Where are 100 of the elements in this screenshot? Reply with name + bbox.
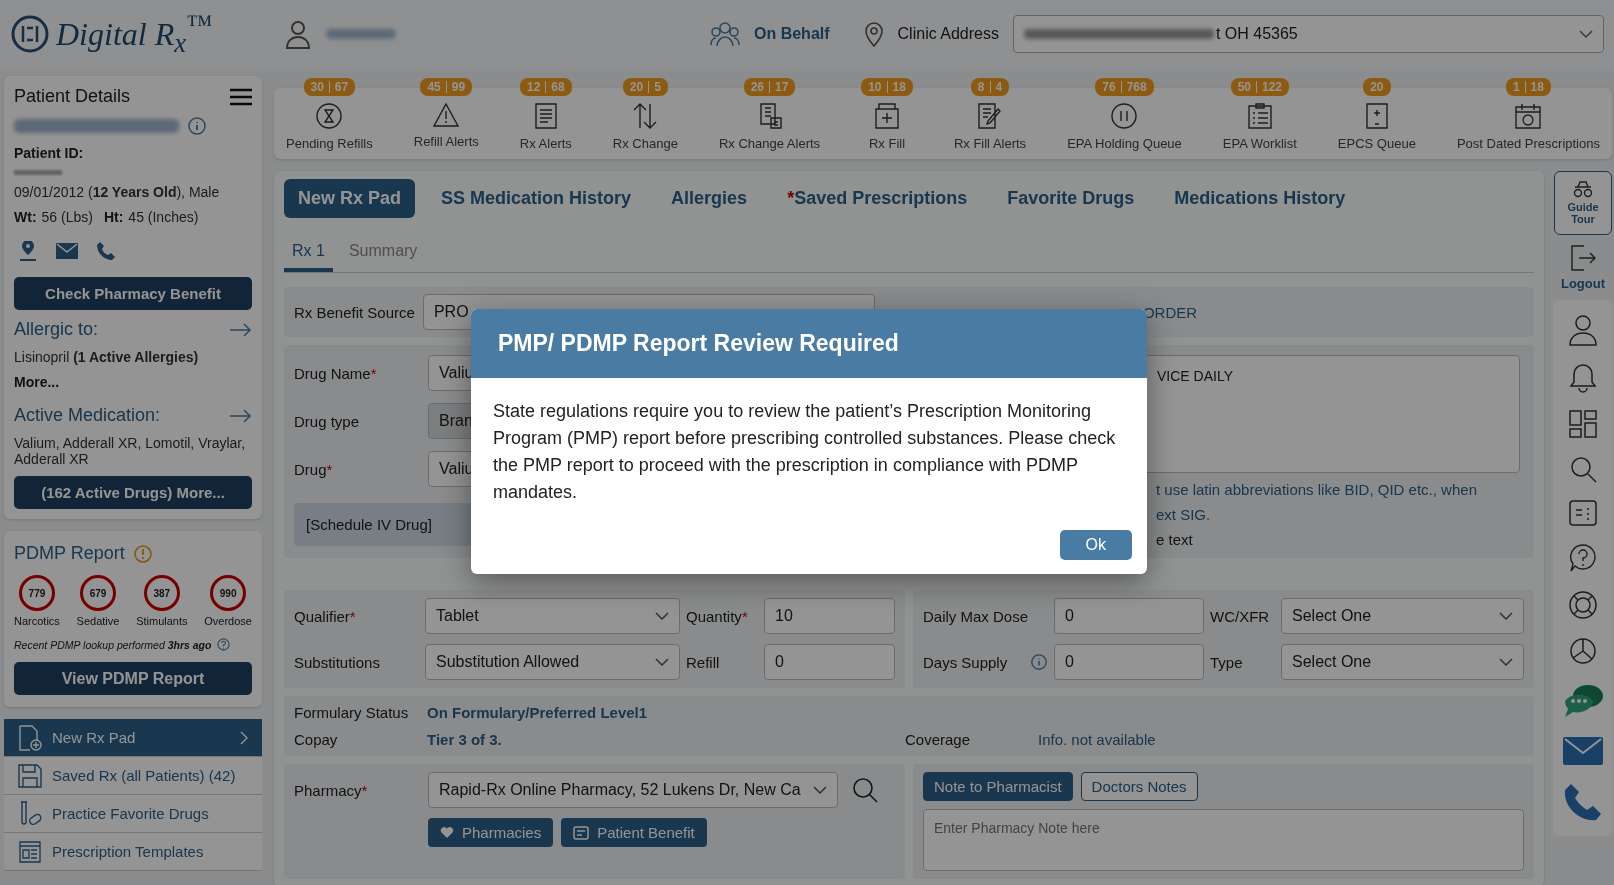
doctor-avatar-icon (284, 19, 312, 49)
phone-icon[interactable] (1563, 782, 1603, 822)
copay-value: Tier 3 of 3. (427, 731, 503, 748)
lifebuoy-icon[interactable] (1568, 590, 1598, 620)
wc-xfr-dropdown[interactable]: Select One (1281, 598, 1524, 634)
user-icon[interactable] (1568, 314, 1598, 346)
tab[interactable]: Favorite Drugs (993, 179, 1149, 218)
days-supply-field[interactable]: 0 (1054, 644, 1204, 680)
toolbar-button[interactable]: 50 122 EPA Worklist (1222, 78, 1297, 151)
quantity-label: Quantity* (686, 607, 749, 625)
pharmacy-dropdown[interactable]: Rapid-Rx Online Pharmacy, 52 Lukens Dr, New Ca (428, 772, 838, 808)
toolbar-button[interactable]: 1 18 Post Dated Prescriptions (1456, 78, 1600, 151)
pdmp-score-gauge: 990 (210, 575, 247, 611)
info-icon[interactable] (187, 116, 207, 136)
arrow-right-icon[interactable] (230, 322, 252, 337)
count-badge: 50 122 (1230, 78, 1289, 96)
pie-chart-icon[interactable] (1569, 637, 1597, 665)
check-pharmacy-benefit-button[interactable]: Check Pharmacy Benefit (14, 277, 252, 310)
clipboard-list-icon (1245, 102, 1274, 130)
days-supply-label: Days Supply (923, 653, 1008, 671)
toolbar-button[interactable]: 26 17 Rx Change Alerts (718, 78, 821, 151)
sidebar-nav-item[interactable]: Prescription Templates (4, 833, 262, 871)
view-pdmp-report-button[interactable]: View PDMP Report (14, 662, 252, 695)
test-tube-pill-icon (18, 800, 42, 827)
on-behalf-link[interactable]: On Behalf (754, 25, 830, 43)
info-icon[interactable] (1030, 653, 1048, 671)
quantity-field[interactable]: 10 (764, 598, 895, 634)
patient-benefit-button[interactable]: Patient Benefit (561, 818, 707, 847)
toolbar-button[interactable]: 20 5 Rx Change (612, 78, 678, 151)
up-down-arrows-icon (632, 102, 659, 130)
search-icon[interactable] (1569, 455, 1597, 483)
clinic-address-label: Clinic Address (897, 25, 999, 43)
tab[interactable]: SS Medication History (427, 179, 646, 218)
toolbar-button[interactable]: 45 99 Refill Alerts (413, 78, 479, 149)
count-badge: 20 5 (622, 78, 668, 96)
sidebar-nav-item[interactable]: Saved Rx (all Patients) (42) (4, 757, 262, 795)
tab[interactable]: *Saved Prescriptions (773, 179, 982, 218)
arrow-right-icon[interactable] (230, 408, 252, 423)
allergies-more-link[interactable]: More... (14, 374, 252, 390)
drug-name-label: Drug Name* (294, 364, 378, 382)
toolbar-button[interactable]: 76 768 EPA Holding Queue (1067, 78, 1182, 151)
count-badge: 30 67 (303, 78, 356, 96)
menu-icon[interactable] (230, 87, 252, 106)
logout-button[interactable]: Logout (1554, 243, 1611, 292)
redacted-patient-id (14, 170, 62, 175)
document-icon (533, 102, 558, 130)
refill-field[interactable]: 0 (764, 644, 895, 680)
phone-icon[interactable] (96, 241, 116, 261)
toolbar-button[interactable]: 12 68 Rx Alerts (519, 78, 572, 151)
pdmp-report-title: PDMP Report (14, 543, 125, 564)
note-tab[interactable]: Note to Pharmacist (923, 772, 1073, 801)
substitutions-dropdown[interactable]: Substitution Allowed (425, 644, 680, 680)
help-icon[interactable] (1569, 543, 1597, 573)
mail-icon[interactable] (1563, 737, 1603, 765)
chat-bubbles-icon[interactable] (1562, 682, 1604, 720)
notification-bell-icon[interactable] (1569, 363, 1597, 393)
coverage-label: Coverage (905, 731, 972, 748)
tab[interactable]: Medications History (1160, 179, 1360, 218)
template-icon (18, 839, 42, 864)
daily-max-dose-field[interactable]: 0 (1054, 598, 1204, 634)
drug-type-label: Drug type (294, 412, 361, 430)
pdmp-score-label: Stimulants (136, 615, 188, 627)
mail-icon[interactable] (56, 243, 78, 259)
dashboard-grid-icon[interactable] (1569, 410, 1597, 438)
pdmp-lookup-text: Recent PDMP lookup performed 3hrs ago (14, 638, 212, 651)
sub-tab[interactable]: Summary (340, 236, 426, 272)
active-drugs-more-button[interactable]: (162 Active Drugs) More... (14, 476, 252, 509)
search-icon[interactable] (852, 777, 878, 803)
clinic-address-dropdown[interactable]: t OH 45365 (1012, 15, 1604, 53)
guide-tour-button[interactable]: Guide Tour (1554, 171, 1612, 235)
pharmacy-note-field[interactable]: Enter Pharmacy Note here (923, 809, 1524, 871)
weight-label: Wt: (14, 209, 37, 225)
pdmp-score-label: Narcotics (14, 615, 60, 627)
pharmacies-button[interactable]: Pharmacies (428, 818, 554, 847)
help-icon[interactable] (217, 638, 231, 651)
type-label: Type (1210, 653, 1244, 671)
toolbar-button[interactable]: 20 EPCS Queue (1337, 78, 1416, 151)
sidebar-nav-item[interactable]: Practice Favorite Drugs (4, 795, 262, 833)
sidebar-nav-item[interactable]: New Rx Pad (4, 719, 262, 757)
toolbar-button[interactable]: 30 67 Pending Refills (286, 78, 373, 151)
qualifier-dropdown[interactable]: Tablet (425, 598, 680, 634)
sub-tab[interactable]: Rx 1 (284, 236, 333, 272)
height-value: 45 (Inches) (128, 209, 199, 225)
form-icon[interactable] (1569, 500, 1597, 526)
ok-button[interactable]: Ok (1059, 530, 1132, 560)
note-tab[interactable]: Doctors Notes (1080, 772, 1198, 801)
height-label: Ht: (103, 209, 124, 225)
count-badge: 10 18 (861, 78, 913, 96)
toolbar-button[interactable]: 8 4 Rx Fill Alerts (953, 78, 1027, 151)
tab[interactable]: New Rx Pad (284, 179, 416, 218)
count-badge: 1 18 (1505, 78, 1551, 96)
logout-icon (1569, 244, 1597, 272)
sig-hint-text: t use latin abbreviations like BID, QID etc., when (1156, 481, 1477, 498)
type-dropdown[interactable]: Select One (1281, 644, 1524, 680)
pdmp-score-gauge: 779 (18, 575, 55, 611)
location-pin-icon[interactable] (18, 241, 38, 261)
toolbar-button[interactable]: 10 18 Rx Fill (861, 78, 913, 151)
tab[interactable]: Allergies (657, 179, 762, 218)
sig-hint-text: ext SIG. (1156, 506, 1211, 523)
chevron-down-icon (655, 658, 669, 666)
